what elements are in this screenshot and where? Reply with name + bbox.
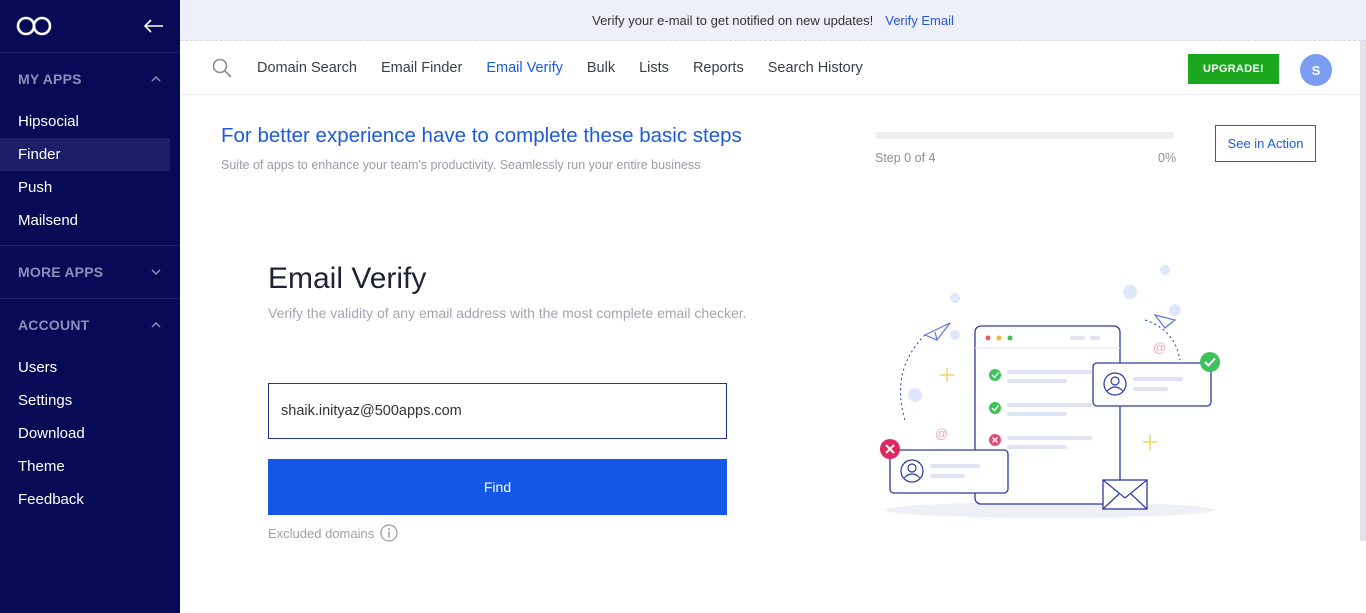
more-apps-label: MORE APPS <box>18 264 104 280</box>
onboarding-percent-text: 0% <box>1158 151 1177 165</box>
find-button[interactable]: Find <box>268 459 727 515</box>
top-nav: Domain Search Email Finder Email Verify … <box>180 41 1366 95</box>
upgrade-button[interactable]: UPGRADE! <box>1188 54 1279 84</box>
onboarding-step-text: Step 0 of 4 <box>875 151 936 165</box>
see-in-action-button[interactable]: See in Action <box>1215 125 1316 162</box>
email-input[interactable] <box>268 383 727 439</box>
chevron-up-icon <box>151 321 161 328</box>
sidebar-item-finder[interactable]: Finder <box>0 138 170 171</box>
sidebar-item-label: Push <box>18 179 53 196</box>
app-root: MY APPS Hipsocial Finder Push Mailsend M… <box>0 0 1366 613</box>
onboarding-title: For better experience have to complete t… <box>221 124 742 147</box>
onboarding-subtitle: Suite of apps to enhance your team's pro… <box>221 158 701 172</box>
banner-text: Verify your e-mail to get notified on ne… <box>592 12 874 28</box>
excluded-domains-label: Excluded domains <box>268 525 375 541</box>
excluded-domains[interactable]: Excluded domains <box>268 524 398 542</box>
email-verify-illustration: @ @ <box>880 265 1220 518</box>
svg-text:@: @ <box>1153 340 1166 355</box>
tab-lists[interactable]: Lists <box>639 60 669 76</box>
verify-email-banner: Verify your e-mail to get notified on ne… <box>180 0 1366 41</box>
page-title: Email Verify <box>268 262 427 295</box>
sidebar-item-theme[interactable]: Theme <box>0 450 170 483</box>
paper-plane-icon <box>923 322 951 341</box>
sidebar-item-label: Users <box>18 359 58 376</box>
my-apps-header[interactable]: MY APPS <box>0 53 180 105</box>
my-apps-label: MY APPS <box>18 71 82 87</box>
sidebar-header <box>0 0 180 53</box>
my-apps-list: Hipsocial Finder Push Mailsend <box>0 105 180 245</box>
sidebar-item-label: Theme <box>18 458 65 475</box>
account-section: ACCOUNT Users Settings Download Theme Fe… <box>0 299 180 524</box>
account-list: Users Settings Download Theme Feedback <box>0 351 180 524</box>
chevron-up-icon <box>151 75 161 82</box>
sidebar-item-label: Settings <box>18 392 73 409</box>
page-subtitle: Verify the validity of any email address… <box>268 305 747 321</box>
paper-plane-icon <box>1153 313 1177 329</box>
sidebar-item-mailsend[interactable]: Mailsend <box>0 204 170 237</box>
avatar[interactable]: S <box>1300 54 1332 86</box>
sidebar-item-label: Mailsend <box>18 212 79 229</box>
sidebar-item-label: Feedback <box>18 491 84 508</box>
tab-email-finder[interactable]: Email Finder <box>381 60 462 76</box>
sidebar-item-download[interactable]: Download <box>0 417 170 450</box>
sidebar-item-label: Hipsocial <box>18 113 79 130</box>
sidebar-item-label: Finder <box>18 146 61 163</box>
tab-bulk[interactable]: Bulk <box>587 60 615 76</box>
chevron-down-icon <box>151 269 161 276</box>
svg-text:@: @ <box>935 426 948 441</box>
my-apps-section: MY APPS Hipsocial Finder Push Mailsend <box>0 53 180 246</box>
onboarding-progress-bar <box>875 132 1174 139</box>
sidebar-item-hipsocial[interactable]: Hipsocial <box>0 105 170 138</box>
tab-domain-search[interactable]: Domain Search <box>257 60 357 76</box>
sidebar-item-users[interactable]: Users <box>0 351 170 384</box>
more-apps-section: MORE APPS <box>0 246 180 299</box>
more-apps-header[interactable]: MORE APPS <box>0 246 180 298</box>
sidebar-item-settings[interactable]: Settings <box>0 384 170 417</box>
sidebar-item-label: Download <box>18 425 85 442</box>
collapse-arrow-icon[interactable] <box>144 19 164 33</box>
main-content: Verify your e-mail to get notified on ne… <box>180 0 1366 613</box>
sidebar: MY APPS Hipsocial Finder Push Mailsend M… <box>0 0 180 613</box>
info-icon[interactable] <box>380 524 398 542</box>
verify-email-link[interactable]: Verify Email <box>885 13 954 28</box>
tab-email-verify[interactable]: Email Verify <box>486 60 563 76</box>
sidebar-item-feedback[interactable]: Feedback <box>0 483 170 516</box>
search-icon[interactable] <box>212 58 232 78</box>
scrollbar[interactable] <box>1360 41 1366 541</box>
infinity-logo-icon[interactable] <box>16 15 52 37</box>
sidebar-item-push[interactable]: Push <box>0 171 170 204</box>
account-label: ACCOUNT <box>18 317 90 333</box>
account-header[interactable]: ACCOUNT <box>0 299 180 351</box>
tab-search-history[interactable]: Search History <box>768 60 863 76</box>
tab-reports[interactable]: Reports <box>693 60 744 76</box>
